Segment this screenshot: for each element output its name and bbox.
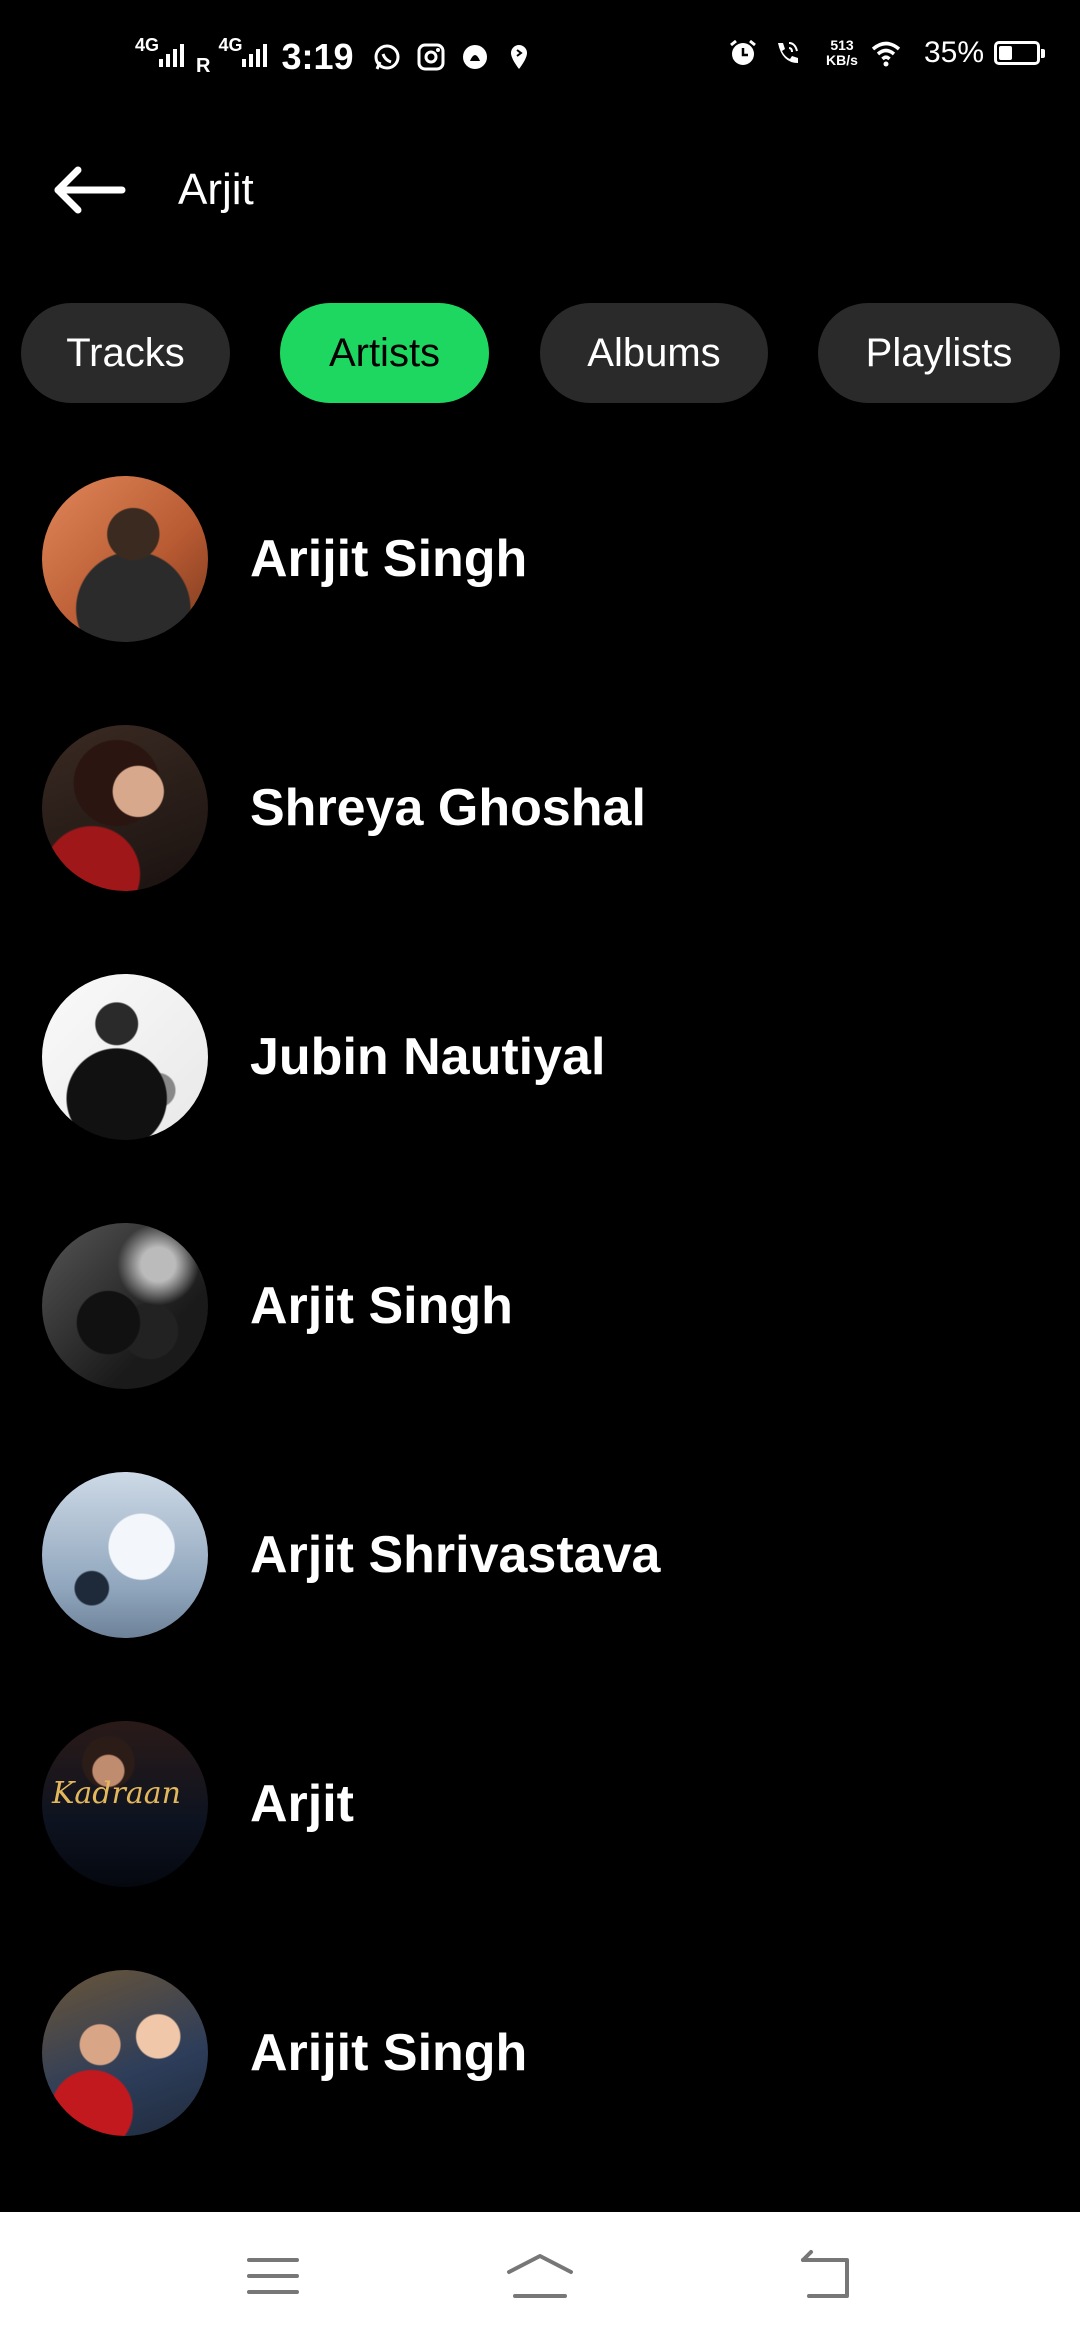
screen: 4G R 4G 3:19 513 KB/s 35% Arjit Tracks A… (0, 0, 1080, 2340)
menu-icon[interactable] (243, 2246, 303, 2306)
battery-icon (994, 41, 1045, 65)
tab-artists-label: Artists (328, 330, 441, 375)
battery-percent: 35% (923, 36, 984, 69)
artist-avatar (42, 1472, 208, 1638)
artist-name: Arjit Singh (250, 1277, 513, 1335)
back-icon[interactable] (795, 2246, 855, 2306)
artist-name: Arjit Shrivastava (250, 1526, 661, 1584)
network-type-1: 4G (135, 35, 184, 73)
whatsapp-icon (374, 44, 400, 70)
home-icon[interactable] (505, 2246, 575, 2306)
album-cover-text: Kadraan (52, 1776, 181, 1811)
artist-name: Arijit Singh (250, 2024, 528, 2082)
search-query-title: Arjit (178, 165, 254, 214)
artist-row[interactable]: Arijit Singh (0, 1970, 1080, 2136)
artist-row[interactable]: Arjit Shrivastava (0, 1472, 1080, 1638)
tab-playlists[interactable]: Playlists (818, 303, 1060, 403)
app-notification-icon (510, 45, 527, 69)
artist-name: Jubin Nautiyal (250, 1028, 606, 1086)
wifi-calling-icon (778, 42, 799, 63)
alarm-icon (730, 39, 756, 65)
instagram-icon (417, 43, 445, 71)
roaming-indicator: R (196, 55, 211, 77)
artist-row[interactable]: Jubin Nautiyal (0, 974, 1080, 1140)
back-arrow-icon[interactable] (50, 164, 126, 216)
network-label-1: 4G (135, 35, 160, 55)
filter-tabs: Tracks Artists Albums Playlists (21, 303, 1080, 403)
signal-bars-1-icon (159, 41, 184, 67)
tab-albums[interactable]: Albums (540, 303, 768, 403)
tab-playlists-label: Playlists (865, 330, 1013, 375)
network-label-2: 4G (218, 35, 243, 55)
battery-level-fill (999, 46, 1012, 60)
wifi-icon (871, 41, 901, 67)
network-speed: 513 KB/s (826, 38, 858, 68)
tab-albums-label: Albums (587, 330, 721, 375)
artist-avatar (42, 476, 208, 642)
tab-artists[interactable]: Artists (280, 303, 489, 403)
status-bar-left: 4G R 4G 3:19 (135, 35, 548, 78)
artist-avatar (42, 1223, 208, 1389)
network-speed-value: 513 (830, 37, 854, 53)
system-navigation-bar (0, 2212, 1080, 2340)
artist-avatar (42, 1970, 208, 2136)
artist-row[interactable]: Kadraan Arjit (0, 1721, 1080, 1887)
signal-bars-2-icon (242, 41, 268, 67)
status-bar: 4G R 4G 3:19 513 KB/s 35% (0, 0, 1080, 120)
tab-tracks-label: Tracks (66, 330, 185, 375)
artist-row[interactable]: Arijit Singh (0, 476, 1080, 642)
clock: 3:19 (281, 36, 354, 77)
network-speed-unit: KB/s (826, 52, 858, 68)
artist-name: Arjit (250, 1775, 354, 1833)
artist-avatar (42, 725, 208, 891)
tab-tracks[interactable]: Tracks (21, 303, 230, 403)
header: Arjit (0, 140, 1080, 240)
artist-row[interactable]: Shreya Ghoshal (0, 725, 1080, 891)
status-bar-right: 513 KB/s 35% (728, 36, 1045, 70)
artist-name: Arijit Singh (250, 530, 528, 588)
artist-name: Shreya Ghoshal (250, 779, 646, 837)
snapchat-icon (462, 45, 487, 69)
artist-row[interactable]: Arjit Singh (0, 1223, 1080, 1389)
artist-avatar: Kadraan (42, 1721, 208, 1887)
artist-avatar (42, 974, 208, 1140)
network-type-2: 4G (218, 35, 268, 73)
